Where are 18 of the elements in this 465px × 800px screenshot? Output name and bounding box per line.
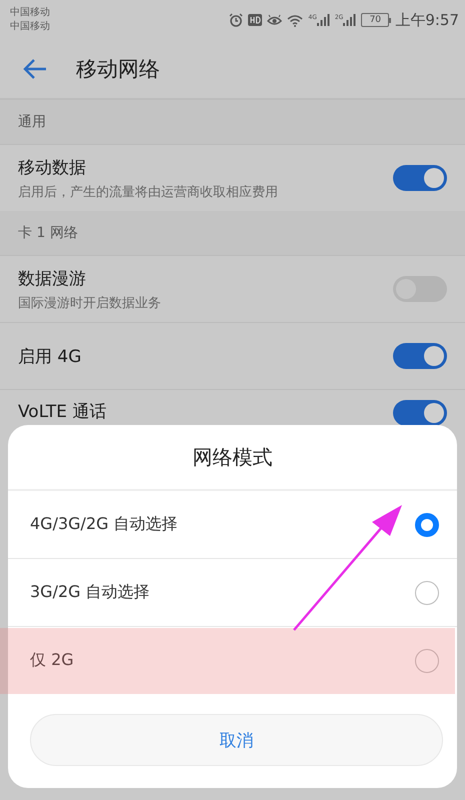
dialog-title: 网络模式 (8, 425, 457, 491)
section-header: 卡 1 网络 (0, 211, 465, 255)
battery-level: 70 (361, 13, 390, 27)
setting-title: VoLTE 通话 (18, 401, 108, 423)
setting-description: 国际漫游时开启数据业务 (18, 294, 162, 312)
setting-title: 数据漫游 (18, 268, 87, 290)
status-time: 上午9:57 (395, 10, 459, 30)
page-title: 移动网络 (76, 56, 160, 83)
setting-description: 启用后，产生的流量将由运营商收取相应费用 (18, 184, 279, 200)
setting-title: 启用 4G (18, 346, 82, 368)
section-header: 通用 (0, 100, 465, 144)
option-label: 仅 2G (30, 650, 75, 671)
option-label: 3G/2G 自动选择 (30, 582, 151, 603)
cancel-button[interactable]: 取消 (30, 714, 443, 766)
option-label: 4G/3G/2G 自动选择 (30, 514, 179, 535)
carrier-name: 中国移动 (10, 6, 50, 20)
setting-title: 移动数据 (18, 156, 87, 178)
carrier-name: 中国移动 (10, 20, 50, 34)
